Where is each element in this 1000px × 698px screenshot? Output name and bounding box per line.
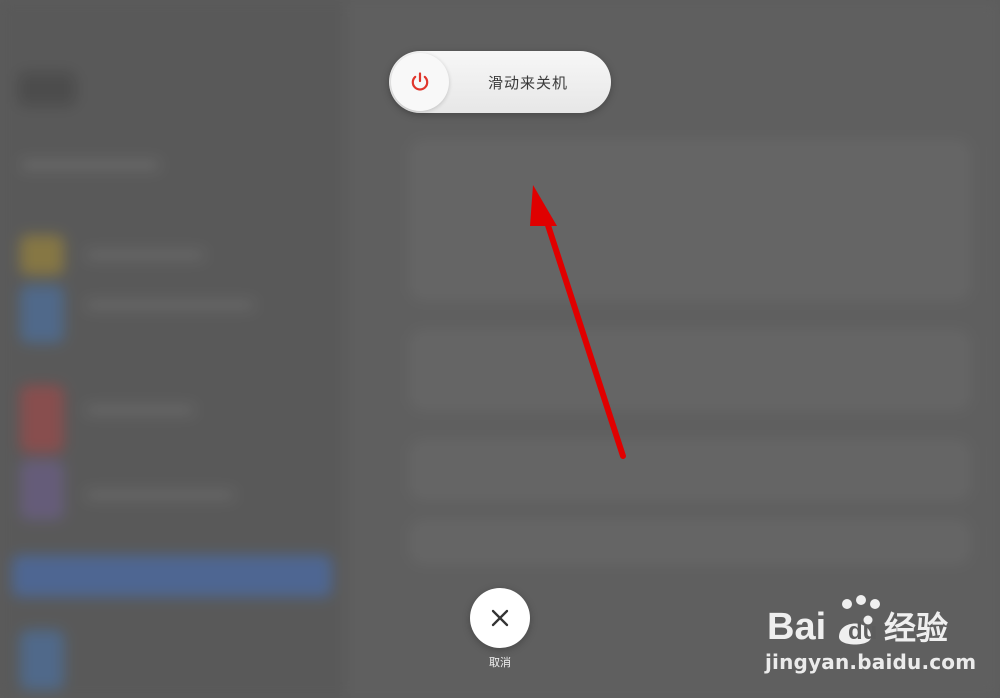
power-icon [411, 72, 429, 91]
power-off-slider[interactable]: 滑动来关机 [389, 51, 611, 113]
blurred-text-line [85, 405, 195, 415]
screen: 滑动来关机 取消 Bai du 经验 jingyan.baidu.com [0, 0, 1000, 698]
baidu-logo: Bai du 经验 [767, 595, 948, 648]
blurred-search-line [20, 160, 160, 170]
close-icon [491, 609, 509, 627]
watermark-url: jingyan.baidu.com [765, 650, 977, 674]
blurred-bottom-icon [20, 630, 64, 690]
blurred-settings-card [410, 440, 970, 500]
blurred-settings-card [410, 140, 970, 300]
blurred-text-line [85, 300, 255, 310]
power-slider-label: 滑动来关机 [487, 73, 568, 92]
baidu-jingyan-watermark: Bai du 经验 jingyan.baidu.com [765, 590, 995, 685]
blurred-title-block [18, 72, 76, 106]
blurred-settings-card [410, 520, 970, 564]
blurred-purple-icon [20, 460, 64, 520]
blurred-text-line [85, 250, 205, 260]
blurred-red-icon [20, 385, 64, 453]
svg-text:经验: 经验 [884, 609, 948, 647]
svg-text:du: du [848, 618, 877, 645]
svg-text:Bai: Bai [767, 606, 826, 648]
blurred-settings-card [410, 330, 970, 410]
blurred-selected-row [12, 555, 332, 597]
power-slider-knob[interactable] [391, 53, 449, 111]
blurred-yellow-icon [20, 235, 64, 275]
cancel-button[interactable] [470, 588, 530, 648]
blurred-blue-icon [20, 285, 64, 343]
cancel-label: 取消 [489, 656, 511, 669]
blurred-text-line [85, 490, 235, 500]
